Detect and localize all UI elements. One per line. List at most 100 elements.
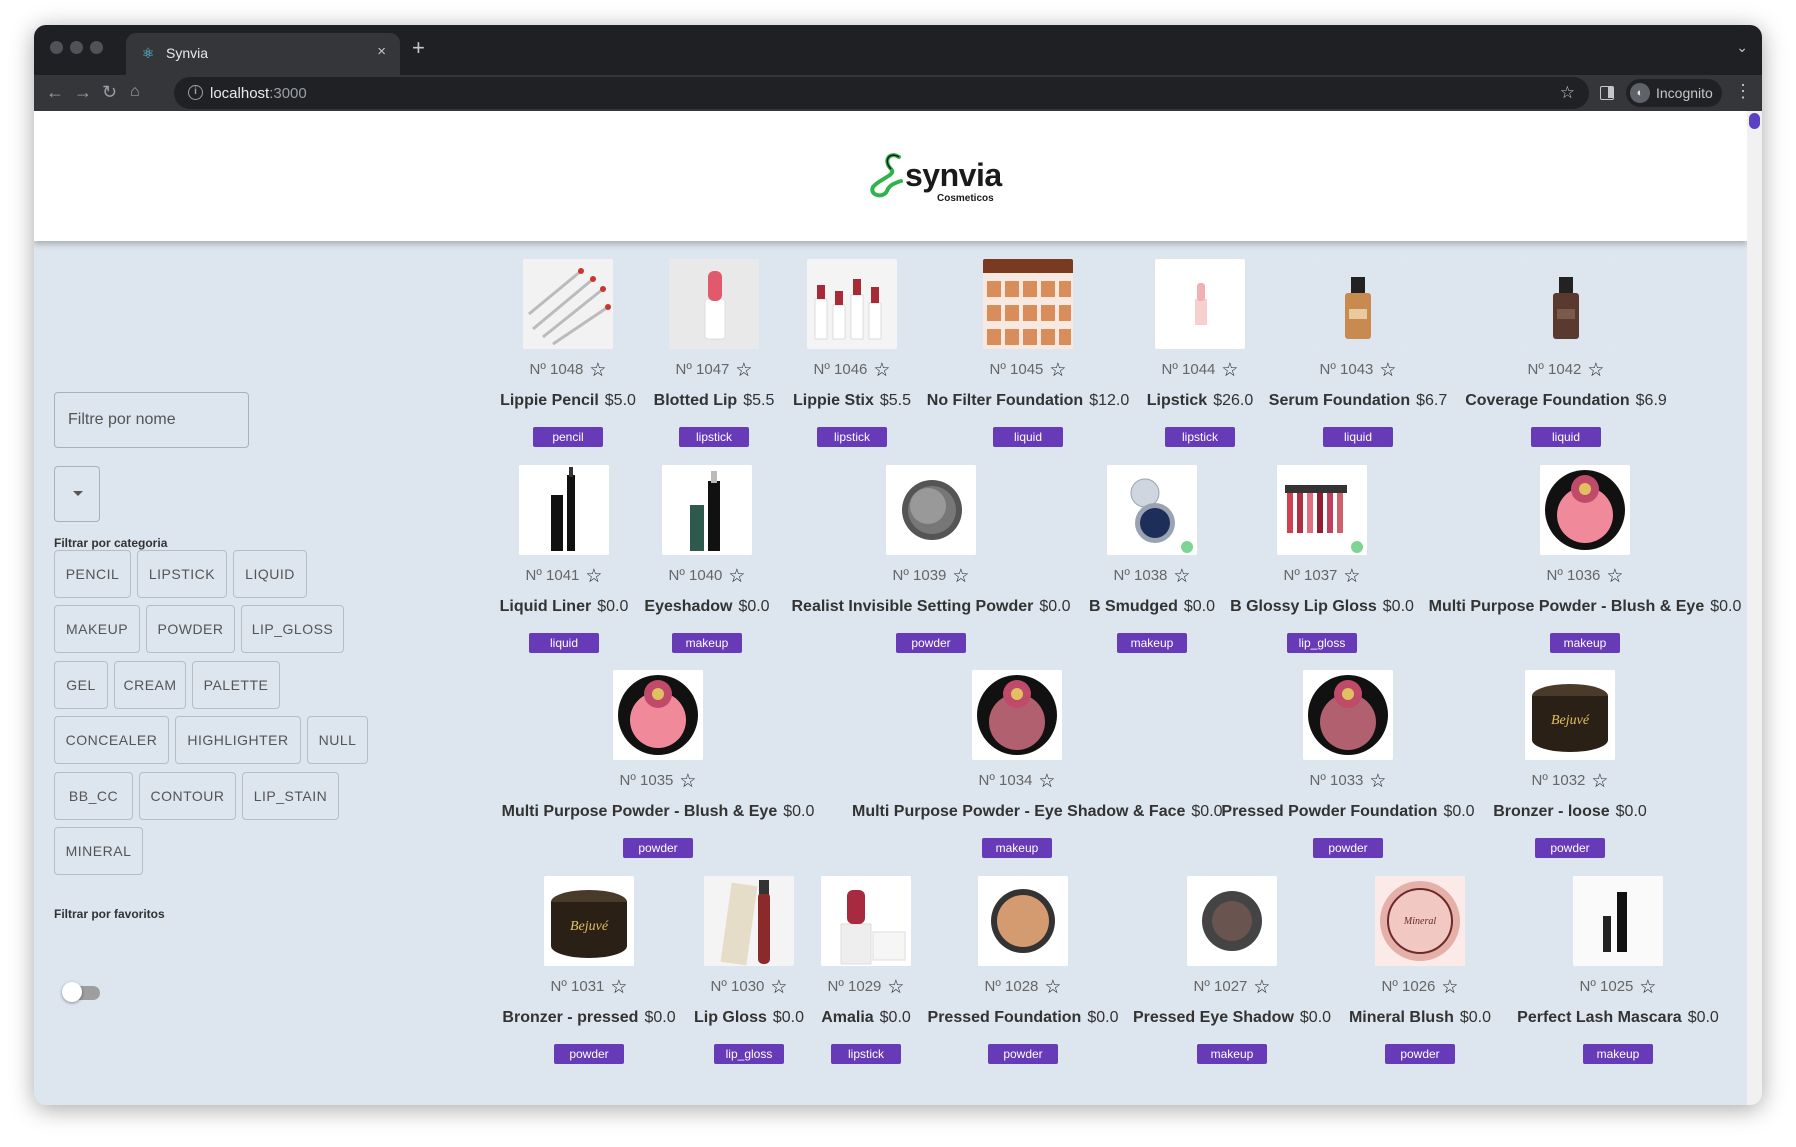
favorite-star-icon[interactable]: ☆ [728,565,745,588]
product-card[interactable]: Nº 1034 ☆ Multi Purpose Powder - Eye Shado… [852,670,1223,860]
product-id: Nº 1039 [892,567,947,584]
favorite-star-icon[interactable]: ☆ [1379,359,1396,382]
product-image[interactable] [662,465,752,555]
category-chip-bb-cc[interactable]: BB_CC [54,772,133,820]
window-close-control[interactable] [50,41,63,54]
window-zoom-control[interactable] [90,41,103,54]
home-icon[interactable]: ⌂ [130,81,140,103]
product-title: Multi Purpose Powder - Blush & Eye $0.0 [1420,598,1750,616]
category-chip-lip-stain[interactable]: LIP_STAIN [242,772,339,820]
product-card[interactable]: Nº 1035 ☆ Multi Purpose Powder - Blush & E… [493,670,823,860]
product-title: Bronzer - loose $0.0 [1405,803,1735,821]
page-scrollbar[interactable] [1747,111,1762,1105]
svg-text:Bejuvé: Bejuvé [1551,713,1590,728]
category-chip-palette[interactable]: PALETTE [192,661,280,709]
reload-icon[interactable]: ↻ [102,81,117,103]
category-chip-concealer[interactable]: CONCEALER [54,716,169,764]
product-image[interactable] [613,670,703,760]
window-minimize-control[interactable] [70,41,83,54]
scrollbar-thumb[interactable] [1749,113,1760,129]
favorite-star-icon[interactable]: ☆ [952,565,969,588]
side-panel-icon[interactable] [1600,86,1614,100]
category-chip-gel[interactable]: GEL [54,661,108,709]
category-chip-pencil[interactable]: PENCIL [54,550,131,598]
tab-close-icon[interactable]: × [377,43,386,60]
new-tab-icon[interactable]: + [412,37,425,59]
back-arrow-icon[interactable]: ← [46,81,64,103]
favorite-star-icon[interactable]: ☆ [679,770,696,793]
logo-subtitle: Cosmeticos [937,193,994,204]
category-chip-lip-gloss[interactable]: LIP_GLOSS [241,605,344,653]
product-price: $0.0 [1615,803,1647,820]
category-badge: makeup [1550,633,1620,653]
address-url: localhost:3000 [210,85,307,102]
favorite-star-icon[interactable]: ☆ [1639,976,1656,999]
incognito-label: Incognito [1656,85,1713,101]
favorite-star-icon[interactable]: ☆ [1606,565,1623,588]
product-name: Multi Purpose Powder - Blush & Eye [501,803,778,820]
address-bar[interactable]: i localhost:3000 ☆ [174,77,1589,109]
category-badge: powder [988,1044,1058,1064]
tab-search-chevron-icon[interactable]: ⌄ [1736,39,1748,56]
product-price: $0.0 [1710,598,1742,615]
product-image[interactable] [1521,259,1611,349]
category-chip-lipstick[interactable]: LIPSTICK [137,550,227,598]
category-chip-null[interactable]: NULL [307,716,368,764]
product-image[interactable] [1573,876,1663,966]
product-card[interactable]: Bejuvé Nº 1032 ☆ Bronzer - loose $0.0 powder [1405,670,1735,860]
favorite-star-icon[interactable]: ☆ [1343,565,1360,588]
product-image[interactable] [886,465,976,555]
browser-window: ⚛ Synvia × + ⌄ ← → ↻ ⌂ i localhost:3000 … [34,25,1762,1105]
bookmark-star-icon[interactable]: ☆ [1560,83,1575,103]
product-price: $0.0 [1382,598,1414,615]
product-image[interactable] [1313,259,1403,349]
product-card[interactable]: Nº 1042 ☆ Coverage Foundation $6.9 liquid [1401,259,1731,449]
product-id: Nº 1025 [1579,978,1634,995]
synvia-logo[interactable]: synvia Cosmeticos [869,149,1039,207]
favorite-star-icon[interactable]: ☆ [1369,770,1386,793]
product-name: Coverage Foundation [1465,392,1630,409]
product-image[interactable] [972,670,1062,760]
category-chip-liquid[interactable]: LIQUID [233,550,307,598]
product-price: $0.0 [738,598,770,615]
product-name: B Glossy Lip Gloss [1230,598,1377,615]
product-card[interactable]: Nº 1036 ☆ Multi Purpose Powder - Blush & E… [1420,465,1750,655]
product-image[interactable] [978,876,1068,966]
product-image[interactable]: Mineral [1375,876,1465,966]
category-chip-contour[interactable]: CONTOUR [139,772,236,820]
browser-tab[interactable]: ⚛ Synvia × [126,33,400,75]
forward-arrow-icon[interactable]: → [74,81,92,103]
category-chip-mineral[interactable]: MINERAL [54,827,143,875]
product-name: Multi Purpose Powder - Eye Shadow & Face [852,803,1186,820]
product-name: Perfect Lash Mascara [1517,1009,1682,1026]
category-chip-makeup[interactable]: MAKEUP [54,605,140,653]
product-card[interactable]: Nº 1025 ☆ Perfect Lash Mascara $0.0 makeup [1453,876,1762,1066]
category-chip-highlighter[interactable]: HIGHLIGHTER [175,716,301,764]
name-filter-input[interactable] [54,392,249,448]
favorite-star-icon[interactable]: ☆ [1591,770,1608,793]
favorites-toggle-knob[interactable] [62,982,82,1002]
product-id-row: Nº 1042 ☆ [1401,359,1731,382]
incognito-profile-button[interactable]: ◐ Incognito [1626,79,1722,107]
sort-select[interactable] [54,466,100,522]
site-info-icon[interactable]: i [188,85,203,100]
product-id: Nº 1028 [984,978,1039,995]
favorite-star-icon[interactable]: ☆ [1044,976,1061,999]
product-image[interactable] [1277,465,1367,555]
svg-text:Mineral: Mineral [1403,916,1436,927]
product-image[interactable] [1540,465,1630,555]
more-menu-icon[interactable]: ⋮ [1734,81,1752,102]
category-badge: liquid [1531,427,1601,447]
product-id-row: Nº 1036 ☆ [1420,565,1750,588]
category-chip-cream[interactable]: CREAM [114,661,186,709]
tab-bar: ⚛ Synvia × + ⌄ [34,25,1762,75]
category-chip-powder[interactable]: POWDER [146,605,235,653]
product-id-row: Nº 1032 ☆ [1405,770,1735,793]
product-image[interactable]: Bejuvé [1525,670,1615,760]
favorite-star-icon[interactable]: ☆ [1587,359,1604,382]
product-image[interactable] [1303,670,1393,760]
category-badge: makeup [672,633,742,653]
product-title: Coverage Foundation $6.9 [1401,392,1731,410]
product-id: Nº 1032 [1531,772,1586,789]
favorite-star-icon[interactable]: ☆ [1038,770,1055,793]
